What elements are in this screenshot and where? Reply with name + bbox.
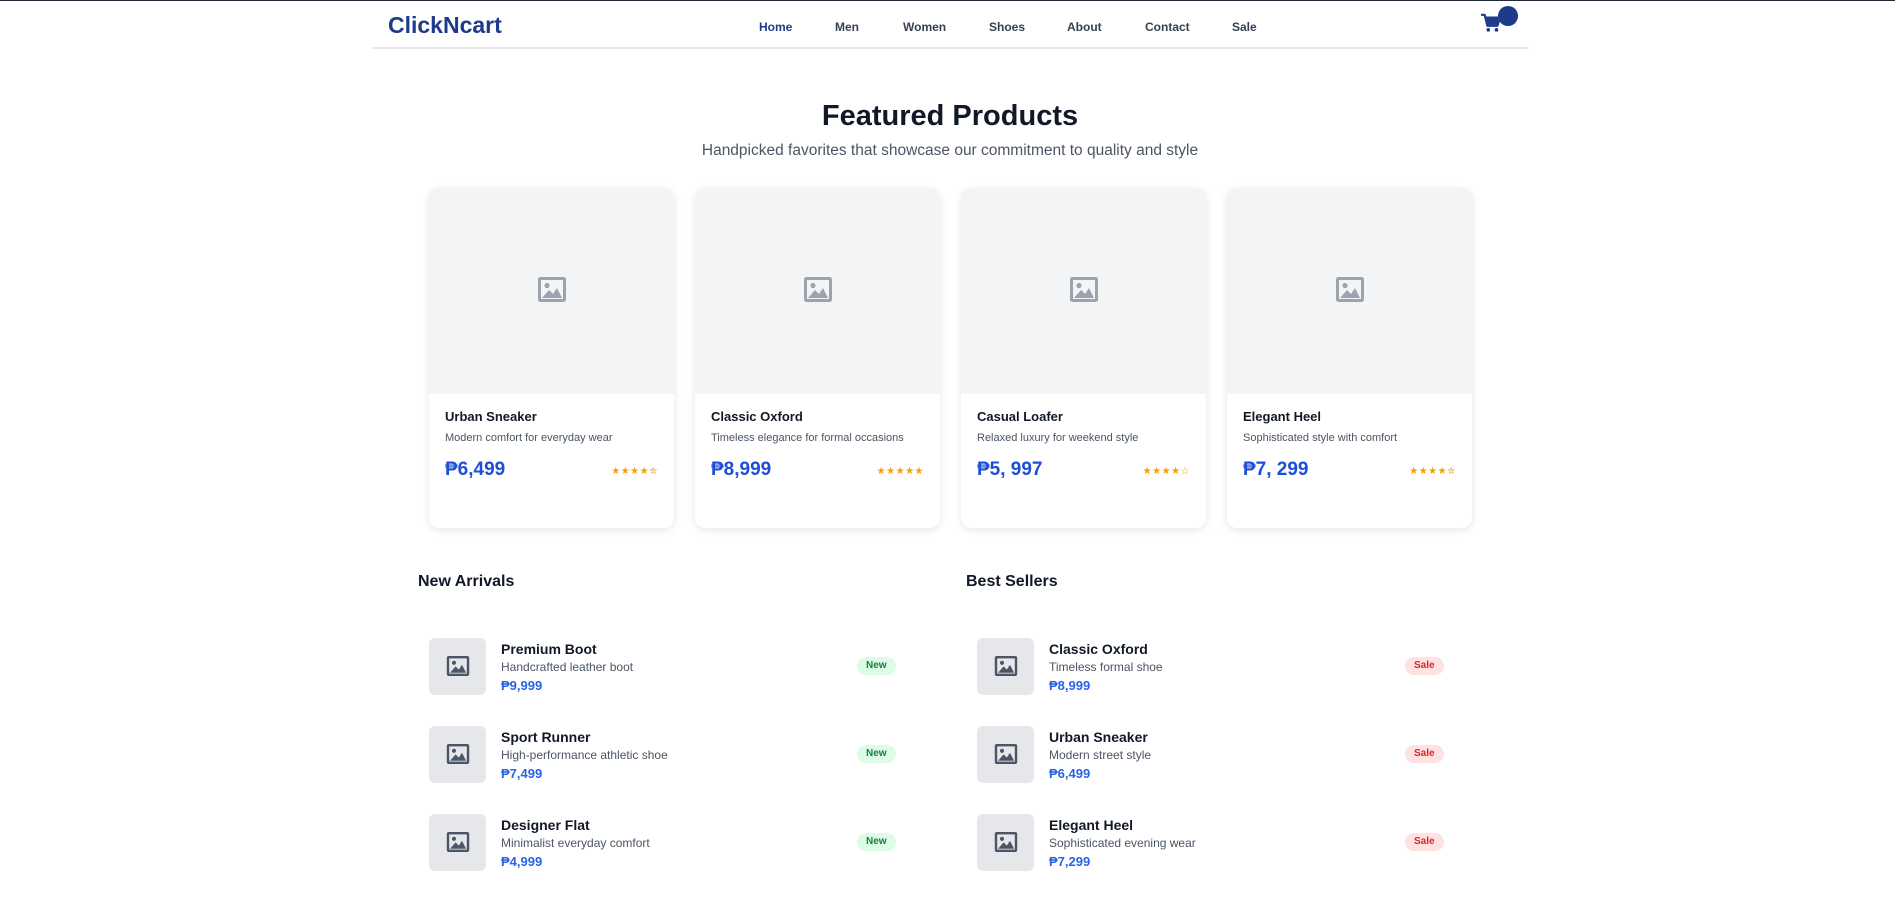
item-name: Premium Boot xyxy=(501,641,597,657)
item-description: Sophisticated evening wear xyxy=(1049,836,1196,850)
product-card[interactable]: Elegant Heel Sophisticated style with co… xyxy=(1227,188,1472,528)
product-card[interactable]: Urban Sneaker Modern comfort for everyda… xyxy=(429,188,674,528)
product-card[interactable]: Casual Loafer Relaxed luxury for weekend… xyxy=(961,188,1206,528)
product-name: Classic Oxford xyxy=(711,409,803,424)
item-thumbnail xyxy=(977,638,1034,695)
item-description: Timeless formal shoe xyxy=(1049,660,1163,674)
list-item[interactable]: Classic Oxford Timeless formal shoe ₱8,9… xyxy=(977,638,1447,698)
cart-count-badge xyxy=(1498,6,1518,26)
list-item[interactable]: Urban Sneaker Modern street style ₱6,499… xyxy=(977,726,1447,786)
item-price: ₱7,499 xyxy=(501,766,543,781)
item-description: Minimalist everyday comfort xyxy=(501,836,650,850)
product-image xyxy=(695,188,940,394)
item-name: Elegant Heel xyxy=(1049,817,1134,833)
image-placeholder-icon xyxy=(446,832,470,852)
item-price: ₱9,999 xyxy=(501,678,543,693)
item-thumbnail xyxy=(977,814,1034,871)
item-price: ₱8,999 xyxy=(1049,678,1091,693)
item-description: Handcrafted leather boot xyxy=(501,660,634,674)
sale-badge: Sale xyxy=(1405,745,1444,763)
logo[interactable]: ClickNcart xyxy=(388,12,502,39)
item-name: Designer Flat xyxy=(501,817,590,833)
image-placeholder-icon xyxy=(994,744,1018,764)
product-name: Urban Sneaker xyxy=(445,409,537,424)
nav-home[interactable]: Home xyxy=(759,20,792,34)
nav-about[interactable]: About xyxy=(1067,20,1102,34)
best-sellers-title: Best Sellers xyxy=(966,573,1058,590)
product-image xyxy=(429,188,674,394)
nav-shoes[interactable]: Shoes xyxy=(989,20,1025,34)
item-price: ₱4,999 xyxy=(501,854,543,869)
navbar: ClickNcart Home Men Women Shoes About Co… xyxy=(373,1,1529,49)
item-name: Urban Sneaker xyxy=(1049,729,1148,745)
product-price: ₱8,999 xyxy=(711,459,772,480)
image-placeholder-icon xyxy=(804,277,832,302)
item-thumbnail xyxy=(429,726,486,783)
product-name: Casual Loafer xyxy=(977,409,1063,424)
nav-sale[interactable]: Sale xyxy=(1232,20,1257,34)
list-item[interactable]: Sport Runner High-performance athletic s… xyxy=(429,726,899,786)
rating-stars: ★★★★★ xyxy=(876,466,924,477)
item-name: Sport Runner xyxy=(501,729,591,745)
product-price: ₱5, 997 xyxy=(977,459,1043,480)
new-badge: New xyxy=(857,833,896,851)
product-description: Relaxed luxury for weekend style xyxy=(977,432,1139,444)
rating-stars: ★★★★☆ xyxy=(1142,466,1190,477)
image-placeholder-icon xyxy=(994,656,1018,676)
image-placeholder-icon xyxy=(446,744,470,764)
item-description: Modern street style xyxy=(1049,748,1152,762)
product-description: Sophisticated style with comfort xyxy=(1243,432,1398,444)
product-image xyxy=(1227,188,1472,394)
item-price: ₱6,499 xyxy=(1049,766,1091,781)
new-badge: New xyxy=(857,657,896,675)
product-image xyxy=(961,188,1206,394)
list-item[interactable]: Premium Boot Handcrafted leather boot ₱9… xyxy=(429,638,899,698)
list-item[interactable]: Elegant Heel Sophisticated evening wear … xyxy=(977,814,1447,874)
sale-badge: Sale xyxy=(1405,833,1444,851)
list-item[interactable]: Designer Flat Minimalist everyday comfor… xyxy=(429,814,899,874)
item-thumbnail xyxy=(429,814,486,871)
product-card[interactable]: Classic Oxford Timeless elegance for for… xyxy=(695,188,940,528)
product-description: Timeless elegance for formal occasions xyxy=(711,432,904,444)
image-placeholder-icon xyxy=(446,656,470,676)
product-price: ₱7, 299 xyxy=(1243,459,1309,480)
product-name: Elegant Heel xyxy=(1243,409,1322,424)
featured-subtitle: Handpicked favorites that showcase our c… xyxy=(701,142,1199,159)
product-description: Modern comfort for everyday wear xyxy=(445,432,613,444)
image-placeholder-icon xyxy=(994,832,1018,852)
nav-men[interactable]: Men xyxy=(835,20,859,34)
image-placeholder-icon xyxy=(1070,277,1098,302)
item-description: High-performance athletic shoe xyxy=(501,748,668,762)
image-placeholder-icon xyxy=(1336,277,1364,302)
nav-contact[interactable]: Contact xyxy=(1145,20,1190,34)
featured-title: Featured Products xyxy=(821,100,1079,132)
item-price: ₱7,299 xyxy=(1049,854,1091,869)
new-badge: New xyxy=(857,745,896,763)
rating-stars: ★★★★✮ xyxy=(611,466,658,477)
item-thumbnail xyxy=(977,726,1034,783)
product-price: ₱6,499 xyxy=(445,459,506,480)
item-thumbnail xyxy=(429,638,486,695)
sale-badge: Sale xyxy=(1405,657,1444,675)
item-name: Classic Oxford xyxy=(1049,641,1148,657)
rating-stars: ★★★★✮ xyxy=(1409,466,1456,477)
new-arrivals-title: New Arrivals xyxy=(418,573,515,590)
image-placeholder-icon xyxy=(538,277,566,302)
nav-women[interactable]: Women xyxy=(903,20,946,34)
